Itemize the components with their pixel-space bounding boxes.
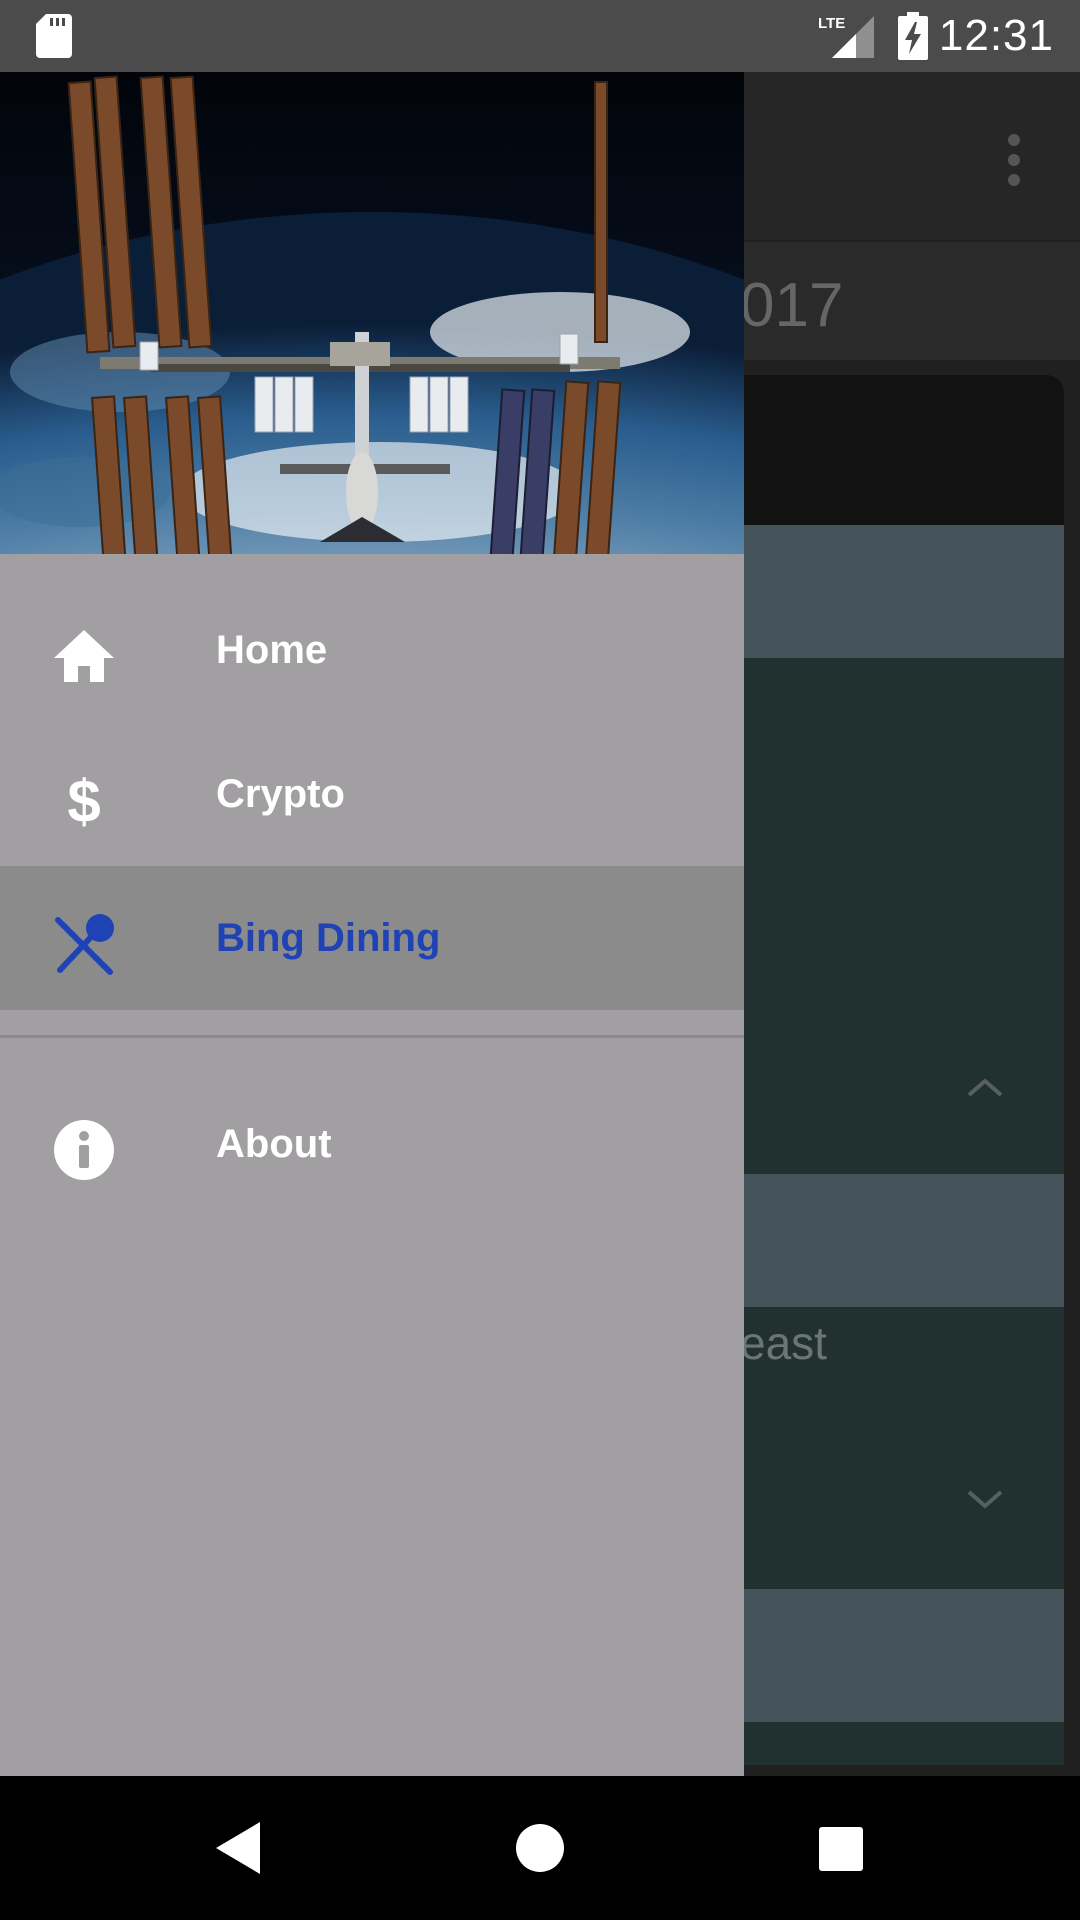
dollar-icon: $ [67, 768, 100, 832]
back-icon[interactable] [214, 1820, 262, 1876]
lte-label: LTE [818, 15, 845, 32]
drawer-header-image [0, 72, 744, 554]
dining-icon [55, 914, 114, 975]
chevron-down-icon[interactable] [965, 1488, 1005, 1512]
system-nav-bar [0, 1776, 1080, 1920]
battery-charging-icon [898, 12, 928, 60]
nav-item-about[interactable]: About [0, 1072, 744, 1216]
recents-icon[interactable] [818, 1826, 864, 1872]
info-icon [54, 1120, 114, 1180]
home-icon [54, 630, 114, 682]
lte-signal-icon: LTE [818, 15, 874, 58]
home-circle-icon[interactable] [515, 1823, 565, 1873]
sd-card-icon [36, 14, 72, 58]
nav-label-about: About [216, 1122, 332, 1166]
bg-meal-text: east [740, 1317, 827, 1369]
nav-item-home[interactable]: Home [0, 578, 744, 722]
chevron-up-icon[interactable] [965, 1075, 1005, 1099]
nav-label-crypto: Crypto [216, 772, 345, 816]
space-station-image [0, 72, 744, 554]
bg-date-text: 017 [740, 271, 844, 340]
svg-text:$: $ [67, 768, 100, 832]
navigation-drawer: Home $ Crypto Bing Dining About [0, 72, 744, 1776]
more-vert-icon[interactable] [1000, 132, 1028, 188]
nav-label-home: Home [216, 628, 328, 672]
status-bar: LTE 12:31 [0, 0, 1080, 72]
status-clock: 12:31 [938, 11, 1054, 60]
nav-label-bing-dining: Bing Dining [216, 916, 441, 960]
nav-item-crypto[interactable]: $ Crypto [0, 722, 744, 866]
nav-item-bing-dining[interactable]: Bing Dining [0, 866, 744, 1010]
drawer-divider [0, 1035, 744, 1038]
